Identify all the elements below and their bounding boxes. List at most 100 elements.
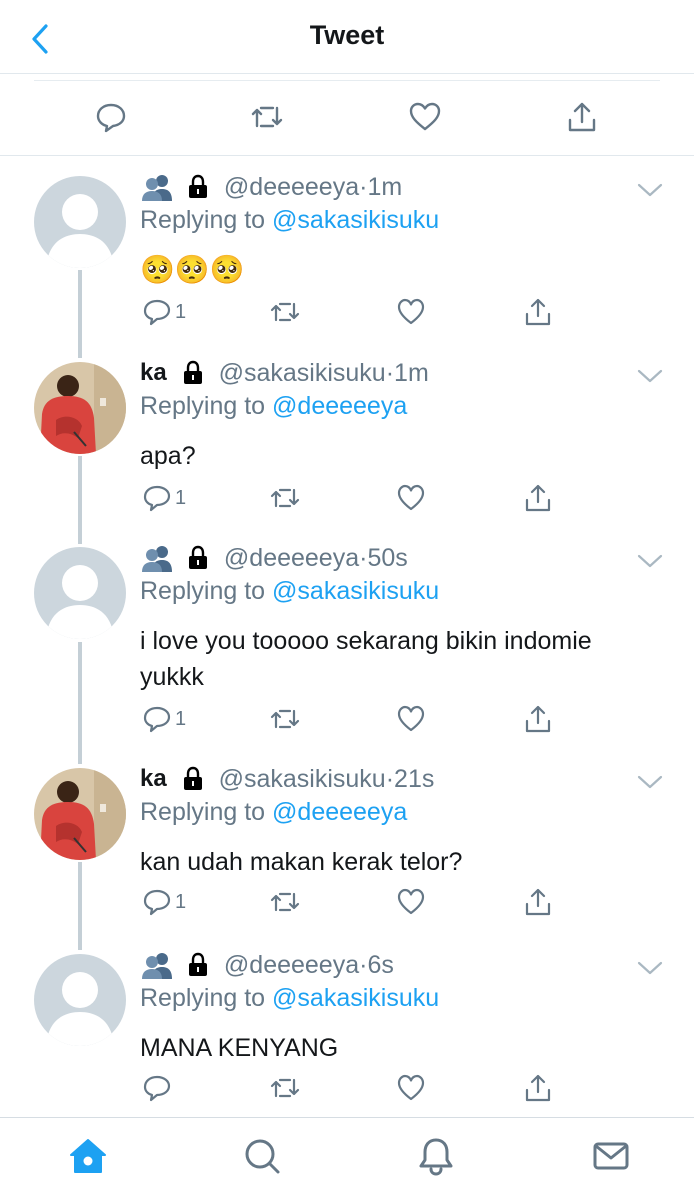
avatar-default[interactable]	[34, 954, 126, 1046]
lock-icon	[183, 361, 202, 385]
share-button[interactable]	[523, 1072, 553, 1104]
reply-icon	[143, 485, 171, 512]
retweet-button[interactable]	[270, 296, 300, 328]
reply-button[interactable]: 1	[142, 482, 186, 514]
share-icon	[525, 484, 551, 512]
replying-to: Replying to @sakasikisuku	[140, 984, 440, 1012]
tab-messages[interactable]	[591, 1136, 631, 1176]
reply-tweet[interactable]: @deeeeeya·1m Replying to @sakasikisuku 🥺…	[0, 172, 694, 352]
tweet-handle[interactable]: @sakasikisuku	[219, 359, 386, 388]
avatar-default[interactable]	[34, 176, 126, 268]
chevron-down-icon[interactable]	[636, 180, 664, 200]
tweet-handle[interactable]: @deeeeeya	[224, 544, 359, 573]
search-icon	[245, 1139, 280, 1174]
reply-icon	[143, 299, 171, 326]
replying-to-link[interactable]: @sakasikisuku	[272, 577, 439, 605]
reply-button[interactable]: 1	[142, 886, 186, 918]
replying-to-link[interactable]: @deeeeeya	[272, 392, 407, 420]
page-title: Tweet	[309, 20, 385, 50]
like-button[interactable]	[396, 482, 426, 514]
chevron-down-icon[interactable]	[636, 551, 664, 571]
tweet-actions	[140, 1072, 580, 1104]
avatar-photo[interactable]	[34, 362, 126, 454]
retweet-icon	[270, 892, 300, 912]
avatar-photo[interactable]	[34, 768, 126, 860]
tweet-actions: 1	[140, 482, 580, 514]
retweet-button[interactable]	[270, 1072, 300, 1104]
chevron-down-icon[interactable]	[636, 958, 664, 978]
main-tweet-action-bar	[0, 74, 694, 156]
tweet-text: i love you tooooo sekarang bikin indomie…	[140, 627, 592, 691]
share-icon	[525, 1074, 551, 1102]
tab-home[interactable]	[68, 1136, 108, 1176]
replying-to-link[interactable]: @sakasikisuku	[272, 206, 439, 234]
like-icon	[397, 705, 425, 732]
lock-icon	[188, 953, 207, 977]
reply-button[interactable]: 1	[142, 296, 186, 328]
share-button[interactable]	[523, 703, 553, 735]
tweet-timestamp: 1m	[394, 358, 429, 387]
share-button[interactable]	[523, 886, 553, 918]
main-share-button[interactable]	[565, 100, 599, 134]
tab-search[interactable]	[242, 1136, 282, 1176]
notifications-icon	[419, 1138, 453, 1176]
tweet-meta: @deeeeeya·50s	[140, 543, 408, 575]
share-icon	[568, 102, 596, 132]
tweet-display-name[interactable]: ka	[140, 359, 167, 387]
tweet-timestamp: 6s	[367, 950, 394, 979]
tweet-text: MANA KENYANG	[140, 1034, 339, 1062]
like-button[interactable]	[396, 703, 426, 735]
share-icon	[525, 705, 551, 733]
reply-tweet[interactable]: ka @sakasikisuku·21s Replying to @deeeee…	[0, 764, 694, 944]
replying-to-link[interactable]: @sakasikisuku	[272, 984, 439, 1012]
reply-button[interactable]	[142, 1072, 172, 1104]
like-icon	[397, 888, 425, 915]
reply-tweet[interactable]: ka @sakasikisuku·1m Replying to @deeeeey…	[0, 358, 694, 538]
tweet-text: kan udah makan kerak telor?	[140, 848, 463, 876]
separator-dot: ·	[359, 543, 368, 572]
retweet-button[interactable]	[270, 482, 300, 514]
like-icon	[397, 1074, 425, 1101]
like-button[interactable]	[396, 296, 426, 328]
replying-to-link[interactable]: @deeeeeya	[272, 798, 407, 826]
people-icon	[142, 953, 172, 980]
people-icon	[142, 546, 172, 573]
main-like-button[interactable]	[408, 100, 442, 134]
lock-icon	[183, 767, 202, 791]
tweet-meta: @deeeeeya·6s	[140, 950, 394, 982]
share-button[interactable]	[523, 482, 553, 514]
chevron-down-icon[interactable]	[636, 772, 664, 792]
reply-button[interactable]: 1	[142, 703, 186, 735]
share-button[interactable]	[523, 296, 553, 328]
tweet-handle[interactable]: @sakasikisuku	[219, 765, 386, 794]
like-button[interactable]	[396, 886, 426, 918]
separator-dot: ·	[385, 358, 395, 387]
retweet-icon	[270, 1078, 300, 1098]
main-reply-button[interactable]	[94, 100, 128, 134]
tweet-timestamp: 50s	[367, 543, 408, 572]
tweet-handle[interactable]: @deeeeeya	[224, 951, 359, 980]
share-icon	[525, 888, 551, 916]
home-icon	[70, 1139, 106, 1173]
main-retweet-button[interactable]	[250, 100, 284, 134]
reply-tweet[interactable]: @deeeeeya·50s Replying to @sakasikisuku …	[0, 543, 694, 755]
reply-tweet[interactable]: @deeeeeya·6s Replying to @sakasikisuku M…	[0, 950, 694, 1110]
retweet-button[interactable]	[270, 703, 300, 735]
tweet-text: 🥺🥺🥺	[140, 254, 245, 285]
tweet-actions: 1	[140, 296, 580, 328]
chevron-down-icon[interactable]	[636, 366, 664, 386]
tweet-display-name[interactable]: ka	[140, 765, 167, 793]
reply-icon	[143, 889, 171, 916]
reply-count: 1	[175, 300, 187, 323]
messages-icon	[593, 1142, 629, 1170]
like-icon	[397, 298, 425, 325]
tab-notifications[interactable]	[416, 1136, 456, 1176]
tweet-actions: 1	[140, 703, 580, 735]
tweet-handle[interactable]: @deeeeeya	[224, 173, 359, 202]
avatar-default[interactable]	[34, 547, 126, 639]
retweet-icon	[270, 302, 300, 322]
reply-icon	[96, 103, 126, 133]
retweet-icon	[270, 709, 300, 729]
retweet-button[interactable]	[270, 886, 300, 918]
like-button[interactable]	[396, 1072, 426, 1104]
